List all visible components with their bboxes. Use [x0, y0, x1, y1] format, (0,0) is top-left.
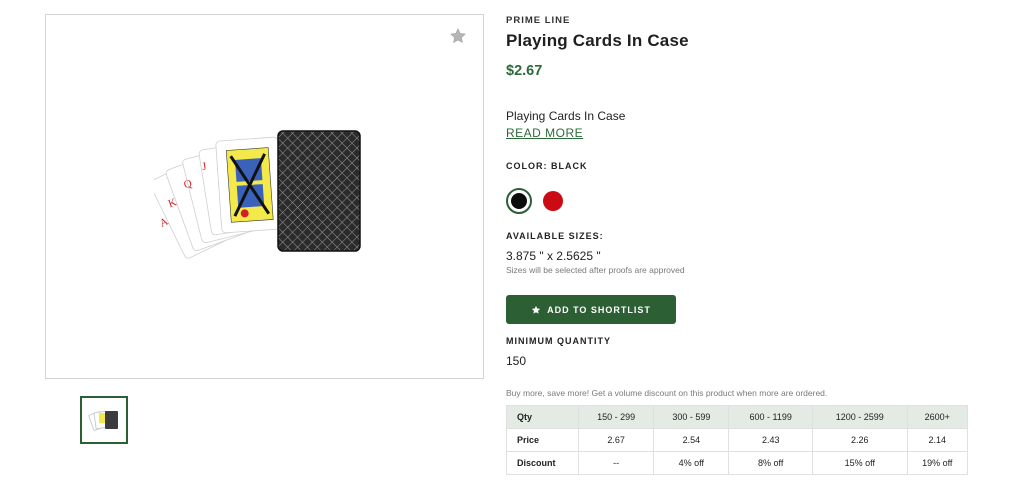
- price-cell: 2.67: [577, 428, 655, 452]
- star-icon: [531, 305, 541, 314]
- table-row: Discount -- 4% off 8% off 15% off 19% of…: [506, 451, 969, 475]
- qty-header-cell: 600 - 1199: [728, 405, 814, 429]
- price-cell: 2.54: [653, 428, 730, 452]
- size-value: 3.875 " x 2.5625 ": [506, 249, 601, 263]
- product-price: $2.67: [506, 63, 543, 79]
- add-to-shortlist-button[interactable]: ADD TO SHORTLIST: [506, 295, 676, 324]
- qty-header-cell: 1200 - 2599: [812, 405, 908, 429]
- price-cell: 2.26: [812, 428, 908, 452]
- discount-cell: 8% off: [728, 451, 814, 475]
- color-swatch-red[interactable]: [543, 191, 563, 211]
- pricing-table: Qty 150 - 299 300 - 599 600 - 1199 1200 …: [506, 405, 969, 475]
- discount-cell: 4% off: [653, 451, 730, 475]
- minimum-quantity-value: 150: [506, 354, 527, 368]
- read-more-link[interactable]: READ MORE: [506, 126, 583, 140]
- minimum-quantity-label: MINIMUM QUANTITY: [506, 336, 611, 346]
- color-label: COLOR: BLACK: [506, 161, 588, 171]
- color-swatch-black[interactable]: [506, 188, 532, 214]
- discount-cell: 19% off: [906, 451, 969, 475]
- playing-cards-illustration: A K Q J: [154, 130, 361, 259]
- available-sizes-label: AVAILABLE SIZES:: [506, 231, 604, 241]
- price-cell: 2.43: [728, 428, 814, 452]
- table-row: Price 2.67 2.54 2.43 2.26 2.14: [506, 428, 969, 452]
- qty-header-cell: 2600+: [906, 405, 969, 429]
- table-row: Qty 150 - 299 300 - 599 600 - 1199 1200 …: [506, 405, 969, 429]
- table-header-label: Qty: [506, 405, 579, 429]
- volume-discount-note: Buy more, save more! Get a volume discou…: [506, 388, 828, 398]
- playing-cards-thumbnail-illustration: [88, 410, 118, 431]
- size-note: Sizes will be selected after proofs are …: [506, 265, 685, 275]
- product-title: Playing Cards In Case: [506, 31, 689, 50]
- qty-header-cell: 300 - 599: [653, 405, 730, 429]
- price-cell: 2.14: [906, 428, 969, 452]
- discount-cell: 15% off: [812, 451, 908, 475]
- qty-header-cell: 150 - 299: [577, 405, 655, 429]
- shortlist-label: ADD TO SHORTLIST: [547, 304, 651, 315]
- brand-name: PRIME LINE: [506, 15, 571, 26]
- price-row-label: Price: [506, 428, 579, 452]
- product-description: Playing Cards In Case: [506, 109, 626, 123]
- favorite-star-icon[interactable]: [449, 27, 467, 45]
- product-thumbnail[interactable]: [80, 396, 128, 444]
- product-main-image: A K Q J: [45, 14, 484, 379]
- discount-row-label: Discount: [506, 451, 579, 475]
- discount-cell: --: [577, 451, 655, 475]
